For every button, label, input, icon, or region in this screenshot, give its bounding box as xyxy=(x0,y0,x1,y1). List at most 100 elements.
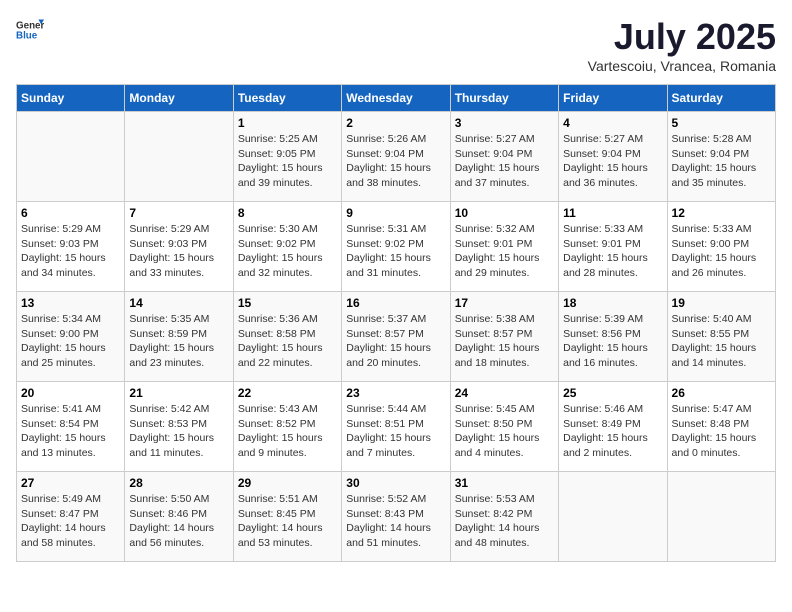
calendar-cell: 14 Sunrise: 5:35 AMSunset: 8:59 PMDayligh… xyxy=(125,292,233,382)
weekday-header-monday: Monday xyxy=(125,85,233,112)
day-info: Sunrise: 5:45 AMSunset: 8:50 PMDaylight:… xyxy=(455,402,554,461)
calendar-cell: 21 Sunrise: 5:42 AMSunset: 8:53 PMDayligh… xyxy=(125,382,233,472)
calendar-week-5: 27Sunrise: 5:49 AMSunset: 8:47 PMDayligh… xyxy=(17,472,776,562)
calendar-cell: 13 Sunrise: 5:34 AMSunset: 9:00 PMDayligh… xyxy=(17,292,125,382)
calendar-week-4: 20 Sunrise: 5:41 AMSunset: 8:54 PMDayligh… xyxy=(17,382,776,472)
calendar-cell: 22 Sunrise: 5:43 AMSunset: 8:52 PMDayligh… xyxy=(233,382,341,472)
day-number: 18 xyxy=(563,296,662,310)
day-number: 28 xyxy=(129,476,228,490)
day-number: 20 xyxy=(21,386,120,400)
day-number: 29 xyxy=(238,476,337,490)
calendar-cell: 3 Sunrise: 5:27 AMSunset: 9:04 PMDaylight… xyxy=(450,112,558,202)
day-info: Sunrise: 5:35 AMSunset: 8:59 PMDaylight:… xyxy=(129,312,228,371)
day-info: Sunrise: 5:31 AMSunset: 9:02 PMDaylight:… xyxy=(346,222,445,281)
day-info: Sunrise: 5:33 AMSunset: 9:00 PMDaylight:… xyxy=(672,222,771,281)
weekday-header-row: SundayMondayTuesdayWednesdayThursdayFrid… xyxy=(17,85,776,112)
calendar-cell xyxy=(559,472,667,562)
calendar-cell: 7Sunrise: 5:29 AMSunset: 9:03 PMDaylight… xyxy=(125,202,233,292)
day-info: Sunrise: 5:36 AMSunset: 8:58 PMDaylight:… xyxy=(238,312,337,371)
day-number: 13 xyxy=(21,296,120,310)
logo: General Blue xyxy=(16,16,44,44)
calendar-cell: 16 Sunrise: 5:37 AMSunset: 8:57 PMDayligh… xyxy=(342,292,450,382)
day-number: 2 xyxy=(346,116,445,130)
subtitle: Vartescoiu, Vrancea, Romania xyxy=(588,58,776,74)
day-number: 17 xyxy=(455,296,554,310)
day-info: Sunrise: 5:33 AMSunset: 9:01 PMDaylight:… xyxy=(563,222,662,281)
day-info: Sunrise: 5:51 AMSunset: 8:45 PMDaylight:… xyxy=(238,492,337,551)
calendar-cell: 23 Sunrise: 5:44 AMSunset: 8:51 PMDayligh… xyxy=(342,382,450,472)
calendar-cell: 26 Sunrise: 5:47 AMSunset: 8:48 PMDayligh… xyxy=(667,382,775,472)
calendar-cell: 2 Sunrise: 5:26 AMSunset: 9:04 PMDaylight… xyxy=(342,112,450,202)
day-info: Sunrise: 5:29 AMSunset: 9:03 PMDaylight:… xyxy=(21,222,120,281)
weekday-header-sunday: Sunday xyxy=(17,85,125,112)
calendar-cell: 25 Sunrise: 5:46 AMSunset: 8:49 PMDayligh… xyxy=(559,382,667,472)
day-info: Sunrise: 5:37 AMSunset: 8:57 PMDaylight:… xyxy=(346,312,445,371)
day-info: Sunrise: 5:44 AMSunset: 8:51 PMDaylight:… xyxy=(346,402,445,461)
day-info: Sunrise: 5:26 AMSunset: 9:04 PMDaylight:… xyxy=(346,132,445,191)
page-header: General Blue July 2025 Vartescoiu, Vranc… xyxy=(16,16,776,74)
day-info: Sunrise: 5:34 AMSunset: 9:00 PMDaylight:… xyxy=(21,312,120,371)
day-number: 15 xyxy=(238,296,337,310)
day-info: Sunrise: 5:28 AMSunset: 9:04 PMDaylight:… xyxy=(672,132,771,191)
day-number: 8 xyxy=(238,206,337,220)
day-info: Sunrise: 5:40 AMSunset: 8:55 PMDaylight:… xyxy=(672,312,771,371)
calendar-cell: 12 Sunrise: 5:33 AMSunset: 9:00 PMDayligh… xyxy=(667,202,775,292)
calendar-cell: 11Sunrise: 5:33 AMSunset: 9:01 PMDayligh… xyxy=(559,202,667,292)
day-number: 7 xyxy=(129,206,228,220)
calendar-cell: 17 Sunrise: 5:38 AMSunset: 8:57 PMDayligh… xyxy=(450,292,558,382)
calendar-cell xyxy=(17,112,125,202)
day-info: Sunrise: 5:52 AMSunset: 8:43 PMDaylight:… xyxy=(346,492,445,551)
day-info: Sunrise: 5:42 AMSunset: 8:53 PMDaylight:… xyxy=(129,402,228,461)
day-number: 12 xyxy=(672,206,771,220)
day-info: Sunrise: 5:50 AMSunset: 8:46 PMDaylight:… xyxy=(129,492,228,551)
calendar-cell: 18 Sunrise: 5:39 AMSunset: 8:56 PMDayligh… xyxy=(559,292,667,382)
day-info: Sunrise: 5:27 AMSunset: 9:04 PMDaylight:… xyxy=(455,132,554,191)
day-info: Sunrise: 5:27 AMSunset: 9:04 PMDaylight:… xyxy=(563,132,662,191)
day-info: Sunrise: 5:47 AMSunset: 8:48 PMDaylight:… xyxy=(672,402,771,461)
calendar-cell: 1 Sunrise: 5:25 AMSunset: 9:05 PMDaylight… xyxy=(233,112,341,202)
calendar-week-3: 13 Sunrise: 5:34 AMSunset: 9:00 PMDayligh… xyxy=(17,292,776,382)
svg-text:Blue: Blue xyxy=(16,30,38,41)
day-number: 16 xyxy=(346,296,445,310)
day-number: 27 xyxy=(21,476,120,490)
calendar-cell: 31 Sunrise: 5:53 AMSunset: 8:42 PMDayligh… xyxy=(450,472,558,562)
day-number: 22 xyxy=(238,386,337,400)
day-number: 26 xyxy=(672,386,771,400)
weekday-header-wednesday: Wednesday xyxy=(342,85,450,112)
day-info: Sunrise: 5:43 AMSunset: 8:52 PMDaylight:… xyxy=(238,402,337,461)
calendar-cell: 27Sunrise: 5:49 AMSunset: 8:47 PMDayligh… xyxy=(17,472,125,562)
day-number: 25 xyxy=(563,386,662,400)
day-number: 6 xyxy=(21,206,120,220)
calendar-week-1: 1 Sunrise: 5:25 AMSunset: 9:05 PMDaylight… xyxy=(17,112,776,202)
logo-icon: General Blue xyxy=(16,16,44,44)
day-info: Sunrise: 5:25 AMSunset: 9:05 PMDaylight:… xyxy=(238,132,337,191)
day-number: 14 xyxy=(129,296,228,310)
day-number: 5 xyxy=(672,116,771,130)
calendar-cell: 15 Sunrise: 5:36 AMSunset: 8:58 PMDayligh… xyxy=(233,292,341,382)
day-number: 4 xyxy=(563,116,662,130)
day-info: Sunrise: 5:39 AMSunset: 8:56 PMDaylight:… xyxy=(563,312,662,371)
calendar-table: SundayMondayTuesdayWednesdayThursdayFrid… xyxy=(16,84,776,562)
calendar-cell: 6 Sunrise: 5:29 AMSunset: 9:03 PMDaylight… xyxy=(17,202,125,292)
day-number: 23 xyxy=(346,386,445,400)
day-info: Sunrise: 5:46 AMSunset: 8:49 PMDaylight:… xyxy=(563,402,662,461)
day-info: Sunrise: 5:32 AMSunset: 9:01 PMDaylight:… xyxy=(455,222,554,281)
day-number: 19 xyxy=(672,296,771,310)
calendar-cell xyxy=(667,472,775,562)
day-info: Sunrise: 5:53 AMSunset: 8:42 PMDaylight:… xyxy=(455,492,554,551)
day-number: 10 xyxy=(455,206,554,220)
calendar-cell: 4 Sunrise: 5:27 AMSunset: 9:04 PMDaylight… xyxy=(559,112,667,202)
day-number: 3 xyxy=(455,116,554,130)
calendar-cell: 9 Sunrise: 5:31 AMSunset: 9:02 PMDaylight… xyxy=(342,202,450,292)
calendar-cell: 24Sunrise: 5:45 AMSunset: 8:50 PMDayligh… xyxy=(450,382,558,472)
day-info: Sunrise: 5:41 AMSunset: 8:54 PMDaylight:… xyxy=(21,402,120,461)
day-number: 31 xyxy=(455,476,554,490)
day-number: 1 xyxy=(238,116,337,130)
day-number: 9 xyxy=(346,206,445,220)
day-info: Sunrise: 5:38 AMSunset: 8:57 PMDaylight:… xyxy=(455,312,554,371)
calendar-cell: 20 Sunrise: 5:41 AMSunset: 8:54 PMDayligh… xyxy=(17,382,125,472)
weekday-header-saturday: Saturday xyxy=(667,85,775,112)
month-title: July 2025 xyxy=(588,16,776,58)
calendar-cell: 10 Sunrise: 5:32 AMSunset: 9:01 PMDayligh… xyxy=(450,202,558,292)
day-number: 21 xyxy=(129,386,228,400)
